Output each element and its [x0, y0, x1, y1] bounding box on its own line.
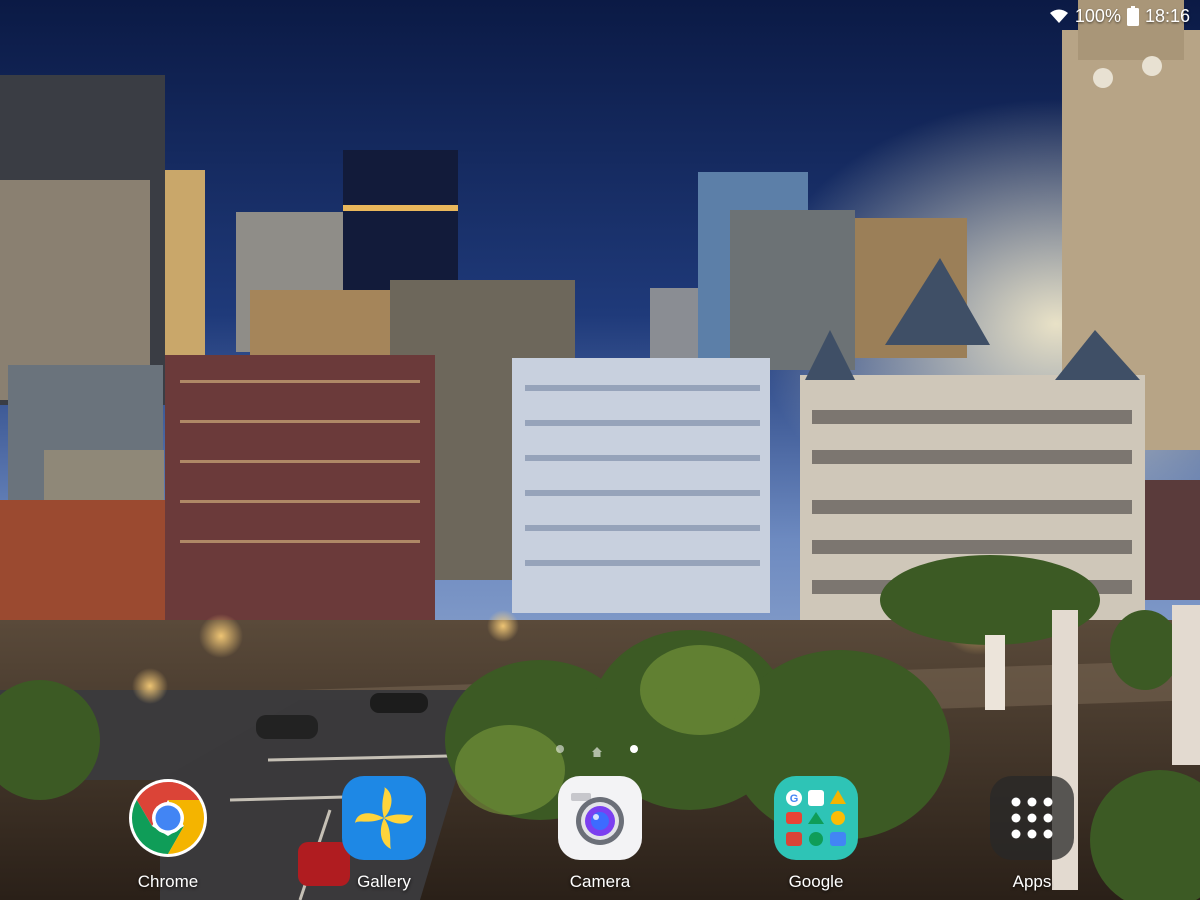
- app-dock: Chrome Gallery Camera G Google Apps: [0, 770, 1200, 900]
- page-indicator: [556, 744, 638, 757]
- status-bar: 100% 18:16: [0, 0, 1200, 32]
- app-camera[interactable]: Camera: [540, 770, 660, 892]
- battery-icon: [1126, 6, 1139, 26]
- app-chrome[interactable]: Chrome: [108, 770, 228, 892]
- app-label: Chrome: [137, 872, 199, 891]
- camera-icon[interactable]: [558, 776, 642, 860]
- app-gallery[interactable]: Gallery: [324, 770, 444, 892]
- apps-grid-icon[interactable]: [990, 776, 1074, 860]
- city-wallpaper: [0, 0, 1200, 900]
- app-drawer[interactable]: Apps: [972, 770, 1092, 892]
- home-page-icon[interactable]: [592, 744, 602, 757]
- page-dot[interactable]: [556, 745, 564, 753]
- svg-text:G: G: [790, 793, 799, 805]
- gallery-icon[interactable]: [342, 776, 426, 860]
- google-folder-icon[interactable]: G: [774, 776, 858, 860]
- app-label: Camera: [569, 872, 631, 891]
- app-google-folder[interactable]: G Google: [756, 770, 876, 892]
- wifi-icon: [1049, 8, 1069, 24]
- app-label: Apps: [1012, 872, 1052, 891]
- app-label: Google: [788, 872, 844, 891]
- battery-percent: 100%: [1074, 5, 1121, 26]
- chrome-icon[interactable]: [126, 776, 210, 860]
- app-label: Gallery: [357, 872, 411, 891]
- page-dot-active[interactable]: [630, 745, 638, 753]
- clock: 18:16: [1144, 5, 1190, 26]
